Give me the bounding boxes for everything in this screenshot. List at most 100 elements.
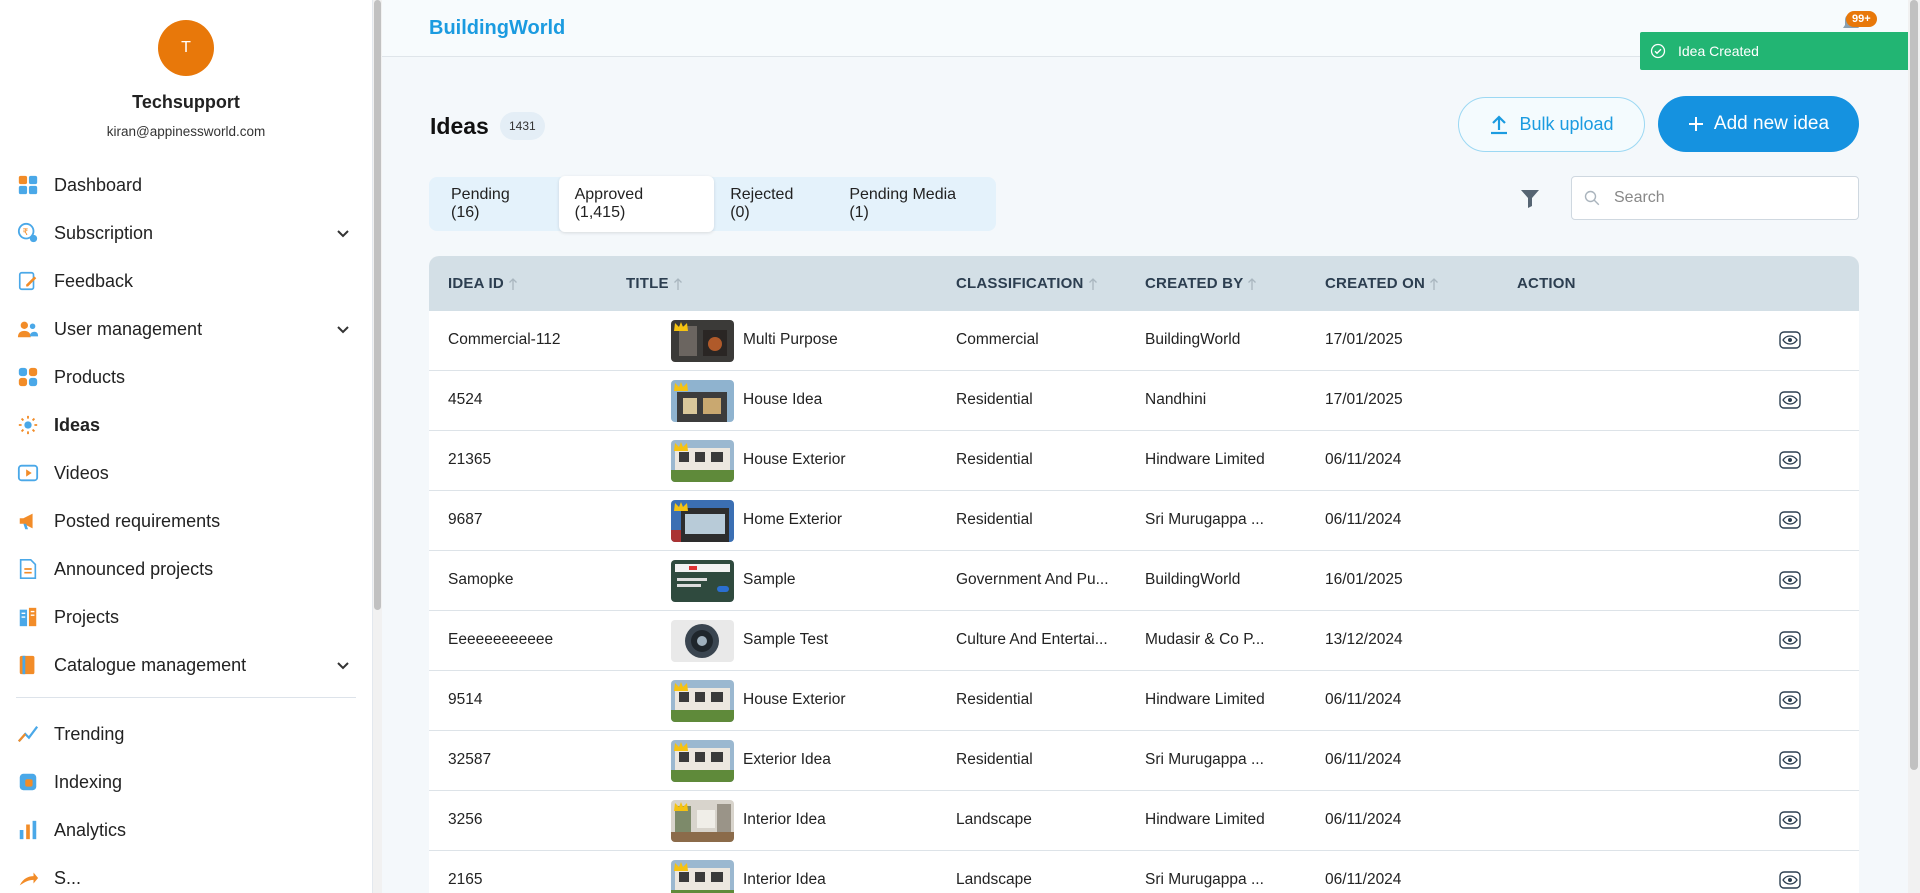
column-header-classification[interactable]: CLASSIFICATION — [956, 275, 1098, 292]
tab-pending[interactable]: Pending (16) — [435, 176, 559, 232]
created-on-cell: 06/11/2024 — [1325, 451, 1402, 468]
idea-thumbnail[interactable] — [671, 320, 734, 362]
view-eye-icon[interactable] — [1779, 571, 1801, 594]
search-box[interactable] — [1571, 176, 1859, 220]
table-row[interactable]: 9687 Home Exterior Residential Sri Murugapp… — [429, 491, 1859, 551]
view-eye-icon[interactable] — [1779, 811, 1801, 834]
column-header-created-by[interactable]: CREATED BY — [1145, 275, 1257, 292]
idea-thumbnail[interactable] — [671, 620, 734, 662]
sidebar-item-label: Trending — [54, 723, 125, 744]
table-row[interactable]: 32587 Exterior Idea Residential Sri Murugap… — [429, 731, 1859, 791]
idea-thumbnail[interactable] — [671, 740, 734, 782]
trending-icon — [16, 722, 40, 746]
tab-rejected[interactable]: Rejected (0) — [714, 176, 833, 232]
tab-pending-media[interactable]: Pending Media (1) — [833, 176, 996, 232]
idea-title-cell: Sample — [743, 571, 796, 588]
view-eye-icon[interactable] — [1779, 871, 1801, 893]
column-header-label: CREATED ON — [1325, 275, 1426, 292]
table-row[interactable]: 4524 House Idea Residential Nandhini 17/01/2… — [429, 371, 1859, 431]
search-input[interactable] — [1614, 189, 1834, 207]
table-row[interactable]: Commercial-112 Multi Purpose Commercial Bui… — [429, 311, 1859, 371]
sidebar-item-ideas[interactable]: Ideas — [0, 401, 372, 449]
sidebar-item-label: Projects — [54, 606, 120, 627]
sidebar-item-subscription[interactable]: ₹ Subscription — [0, 209, 372, 257]
table-row[interactable]: 3256 Interior Idea Landscape Hindware Limit… — [429, 791, 1859, 851]
add-new-idea-label: Add new idea — [1713, 113, 1830, 134]
sidebar-item-indexing[interactable]: Indexing — [0, 758, 372, 806]
created-by-cell: BuildingWorld — [1145, 571, 1241, 588]
idea-thumbnail[interactable] — [671, 500, 734, 542]
chevron-down-icon[interactable] — [336, 226, 350, 244]
sidebar-item-videos[interactable]: Videos — [0, 449, 372, 497]
view-eye-icon[interactable] — [1779, 391, 1801, 414]
column-header-title[interactable]: TITLE — [626, 275, 683, 292]
main-scrollbar[interactable] — [1908, 0, 1920, 893]
sidebar-item-label: Announced projects — [54, 558, 214, 579]
add-new-idea-button[interactable]: Add new idea — [1658, 96, 1859, 152]
table-row[interactable]: Eeeeeeeeeeee Sample Test Culture And Enter… — [429, 611, 1859, 671]
table-row[interactable]: 21365 House Exterior Residential Hindware L… — [429, 431, 1859, 491]
tab-approved[interactable]: Approved (1,415) — [558, 176, 715, 232]
view-eye-icon[interactable] — [1779, 631, 1801, 654]
created-on-cell: 06/11/2024 — [1325, 751, 1402, 768]
idea-thumbnail[interactable] — [671, 440, 734, 482]
subscription-icon: ₹ — [16, 221, 40, 245]
created-by-cell: Sri Murugappa ... — [1145, 871, 1264, 888]
sidebar-item-projects[interactable]: Projects — [0, 593, 372, 641]
avatar[interactable]: T — [158, 20, 214, 76]
view-eye-icon[interactable] — [1779, 691, 1801, 714]
idea-thumbnail[interactable] — [671, 680, 734, 722]
column-header-created-on[interactable]: CREATED ON — [1325, 275, 1439, 292]
created-by-cell: Nandhini — [1145, 391, 1207, 408]
table-row[interactable]: 2165 Interior Idea Landscape Sri Murugappa … — [429, 851, 1859, 893]
column-header-idea-id[interactable]: IDEA ID — [448, 275, 518, 292]
sidebar-item-posted-requirements[interactable]: Posted requirements — [0, 497, 372, 545]
view-eye-icon[interactable] — [1779, 511, 1801, 534]
bulk-upload-button[interactable]: Bulk upload — [1458, 97, 1645, 152]
idea-thumbnail[interactable] — [671, 800, 734, 842]
crown-icon — [674, 502, 688, 511]
idea-title-cell: Home Exterior — [743, 511, 843, 528]
chevron-down-icon[interactable] — [336, 658, 350, 676]
profile-name: Techsupport — [132, 92, 240, 112]
check-circle-icon — [1650, 43, 1666, 59]
sort-arrow-icon[interactable] — [673, 277, 683, 291]
table-row[interactable]: Samopke Sample Government And Pu... Buildin… — [429, 551, 1859, 611]
main-scrollbar-thumb[interactable] — [1910, 0, 1918, 770]
chevron-down-icon[interactable] — [336, 322, 350, 340]
sidebar-item-user-management[interactable]: User management — [0, 305, 372, 353]
sidebar-scrollbar-thumb[interactable] — [374, 0, 381, 610]
brand-logo[interactable]: BuildingWorld — [429, 17, 565, 40]
toast-notification: Idea Created — [1640, 32, 1910, 70]
profile-email: kiran@appinessworld.com — [106, 124, 266, 139]
sidebar-scrollbar[interactable] — [373, 0, 382, 893]
sidebar-item-announced-projects[interactable]: Announced projects — [0, 545, 372, 593]
sort-arrow-icon[interactable] — [508, 277, 518, 291]
sidebar-item-dashboard[interactable]: Dashboard — [0, 161, 372, 209]
idea-thumbnail[interactable] — [671, 860, 734, 893]
idea-thumbnail[interactable] — [671, 560, 734, 602]
idea-title-cell: House Idea — [743, 391, 823, 408]
view-eye-icon[interactable] — [1779, 751, 1801, 774]
idea-thumbnail[interactable] — [671, 380, 734, 422]
sidebar-item-s[interactable]: S... — [0, 854, 372, 893]
sidebar: T Techsupport kiran@appinessworld.com Da… — [0, 0, 373, 893]
sidebar-item-catalogue-management[interactable]: Catalogue management — [0, 641, 372, 689]
view-eye-icon[interactable] — [1779, 451, 1801, 474]
sort-arrow-icon[interactable] — [1247, 277, 1257, 291]
sort-arrow-icon[interactable] — [1429, 277, 1439, 291]
table-row[interactable]: 9514 House Exterior Residential Hindware Li… — [429, 671, 1859, 731]
sidebar-item-trending[interactable]: Trending — [0, 710, 372, 758]
idea-title-cell: House Exterior — [743, 691, 846, 708]
created-on-cell: 06/11/2024 — [1325, 511, 1402, 528]
classification-cell: Culture And Entertai... — [956, 631, 1108, 648]
filter-icon[interactable] — [1520, 188, 1540, 210]
classification-cell: Residential — [956, 511, 1033, 528]
sidebar-item-feedback[interactable]: Feedback — [0, 257, 372, 305]
sidebar-item-products[interactable]: Products — [0, 353, 372, 401]
sort-arrow-icon[interactable] — [1088, 277, 1098, 291]
view-eye-icon[interactable] — [1779, 331, 1801, 354]
svg-text:₹: ₹ — [23, 227, 29, 238]
sidebar-item-analytics[interactable]: Analytics — [0, 806, 372, 854]
column-header-label: CLASSIFICATION — [956, 275, 1084, 292]
